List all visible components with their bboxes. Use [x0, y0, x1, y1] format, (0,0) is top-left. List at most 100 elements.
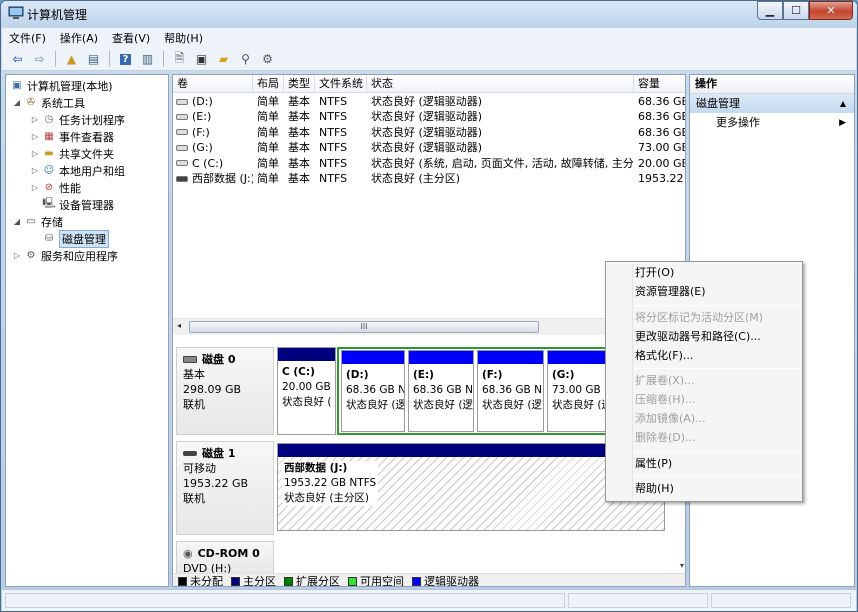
more-actions-item[interactable]: 更多操作 ▶: [690, 113, 854, 133]
help-button[interactable]: ?: [116, 50, 135, 68]
collapsed-triangle-icon[interactable]: ▷: [12, 251, 22, 260]
volume-icon: [176, 129, 188, 136]
table-row[interactable]: 西部数据 (J:) 简单 基本 NTFS 状态良好 (主分区) 1953.22 (: [173, 171, 685, 186]
table-row[interactable]: (E:) 简单 基本 NTFS 状态良好 (逻辑驱动器) 68.36 GB: [173, 109, 685, 124]
search-button[interactable]: ⚲: [236, 50, 255, 68]
menu-item-shrink[interactable]: 压缩卷(H)...: [635, 391, 695, 409]
column-header-capacity[interactable]: 容量: [634, 75, 685, 93]
partition-c-body: C (C:) 20.00 GB 状态良好 (: [278, 361, 335, 414]
tree-item-shared-folders[interactable]: ▷ ▬ 共享文件夹: [30, 145, 114, 162]
menu-item-properties[interactable]: 属性(P): [635, 455, 672, 473]
column-header-status[interactable]: 状态: [367, 75, 634, 93]
disk-1-info[interactable]: 磁盘 1 可移动 1953.22 GB 联机: [176, 441, 274, 535]
partition-e[interactable]: (E:) 68.36 GB N 状态良好 (逻: [408, 350, 474, 432]
tree-item-disk-management[interactable]: ⛁ 磁盘管理: [40, 229, 109, 248]
volume-list-header: 卷 布局 类型 文件系统 状态 容量: [173, 75, 685, 93]
settings-button[interactable]: ⚙: [258, 50, 277, 68]
menu-separator: [634, 305, 800, 306]
menu-item-format[interactable]: 格式化(F)...: [635, 347, 693, 365]
open-button[interactable]: ▰: [214, 50, 233, 68]
volume-icon: [176, 160, 188, 167]
legend-unallocated: 未分配: [178, 573, 223, 586]
menu-help[interactable]: 帮助(H): [157, 30, 210, 46]
maximize-button[interactable]: ☐: [783, 1, 809, 20]
menu-item-add-mirror[interactable]: 添加镜像(A)...: [635, 410, 706, 428]
disk-0-info[interactable]: 磁盘 0 基本 298.09 GB 联机: [176, 347, 274, 435]
partition-size: 1953.22 GB NTFS: [284, 477, 377, 489]
scroll-down-arrow-icon[interactable]: ▾: [680, 561, 684, 570]
show-hide-tree-button[interactable]: ▤: [84, 50, 103, 68]
tree-item-system-tools[interactable]: ◢ ✇ 系统工具: [12, 94, 85, 111]
hard-disk-icon: [183, 356, 197, 363]
tree-item-services[interactable]: ▷ ⚙ 服务和应用程序: [12, 247, 118, 264]
collapse-up-icon[interactable]: ▲: [840, 94, 846, 113]
show-action-pane-button[interactable]: ▥: [138, 50, 157, 68]
collapsed-triangle-icon[interactable]: ▷: [30, 115, 40, 124]
cdrom-0-info[interactable]: ◉ CD-ROM 0 DVD (H:): [176, 541, 274, 575]
collapsed-triangle-icon[interactable]: ▷: [30, 166, 40, 175]
action-pane-icon: ▥: [141, 52, 154, 66]
menu-item-mark-active[interactable]: 将分区标记为活动分区(M): [635, 309, 763, 327]
partition-name: (D:): [346, 369, 369, 381]
partition-f[interactable]: (F:) 68.36 GB N 状态良好 (逻: [477, 350, 544, 432]
column-header-layout[interactable]: 布局: [253, 75, 284, 93]
close-button[interactable]: ✕: [809, 1, 853, 20]
layout-cell: 简单: [257, 110, 279, 124]
table-row[interactable]: C (C:) 简单 基本 NTFS 状态良好 (系统, 启动, 页面文件, 活动, 故障…: [173, 156, 685, 171]
tree-item-task-scheduler[interactable]: ▷ ◷ 任务计划程序: [30, 111, 125, 128]
open-folder-icon: ▰: [218, 52, 229, 66]
table-row[interactable]: (G:) 简单 基本 NTFS 状态良好 (逻辑驱动器) 73.00 GB: [173, 140, 686, 155]
partition-size: 68.36 GB N: [346, 384, 405, 396]
menu-item-explore[interactable]: 资源管理器(E): [635, 283, 706, 301]
tree-item-device-manager[interactable]: 🖳 设备管理器: [40, 196, 114, 213]
title-bar[interactable]: 计算机管理 ▁ ☐ ✕: [1, 1, 857, 27]
partition-context-menu: 打开(O) 资源管理器(E) 将分区标记为活动分区(M) 更改驱动器号和路径(C…: [605, 261, 803, 502]
menu-item-help[interactable]: 帮助(H): [635, 480, 674, 498]
back-button[interactable]: ⇦: [8, 50, 27, 68]
capacity-cell: 73.00 GB: [638, 141, 686, 155]
expanded-triangle-icon[interactable]: ◢: [12, 217, 22, 226]
minimize-icon: ▁: [765, 4, 775, 17]
rescan-disks-button[interactable]: 🗎: [170, 50, 189, 68]
menu-item-open[interactable]: 打开(O): [635, 264, 674, 282]
tree-item-root[interactable]: ▣ 计算机管理(本地): [8, 77, 112, 94]
actions-section-disk-management[interactable]: 磁盘管理 ▲: [690, 94, 854, 113]
partition-status: 状态良好 (逻: [413, 399, 473, 411]
primary-partition-bar: [278, 348, 335, 361]
app-window: 计算机管理 ▁ ☐ ✕ 文件(F) 操作(A) 查看(V) 帮助(H) ⇦ ⇨ …: [0, 0, 858, 612]
menu-action[interactable]: 操作(A): [53, 30, 105, 46]
up-level-button[interactable]: ▲: [62, 50, 81, 68]
partition-d[interactable]: (D:) 68.36 GB N 状态良好 (逻: [341, 350, 405, 432]
tree-item-storage[interactable]: ◢ ▭ 存储: [12, 213, 63, 230]
partition-g[interactable]: (G:) 73.00 GB N 状态良好 (逻: [547, 350, 611, 432]
partition-c[interactable]: C (C:) 20.00 GB 状态良好 (: [277, 347, 336, 435]
layout-cell: 简单: [257, 125, 279, 139]
collapsed-triangle-icon[interactable]: ▷: [30, 149, 40, 158]
collapsed-triangle-icon[interactable]: ▷: [30, 132, 40, 141]
menu-file[interactable]: 文件(F): [2, 30, 53, 46]
status-segment: [711, 593, 851, 608]
table-row[interactable]: (D:) 简单 基本 NTFS 状态良好 (逻辑驱动器) 68.36 GB: [173, 94, 685, 109]
tree-item-local-users[interactable]: ▷ ☺ 本地用户和组: [30, 162, 125, 179]
table-row[interactable]: (F:) 简单 基本 NTFS 状态良好 (逻辑驱动器) 68.36 GB: [173, 125, 685, 140]
tree-item-performance[interactable]: ▷ ⊘ 性能: [30, 179, 81, 196]
menu-item-extend[interactable]: 扩展卷(X)...: [635, 372, 695, 390]
forward-button[interactable]: ⇨: [30, 50, 49, 68]
type-cell: 基本: [288, 156, 310, 170]
status-cell: 状态良好 (系统, 启动, 页面文件, 活动, 故障转储, 主分区): [371, 156, 634, 170]
menu-item-change-drive-letter[interactable]: 更改驱动器号和路径(C)...: [635, 328, 761, 346]
filesystem-cell: NTFS: [319, 141, 348, 155]
column-header-volume[interactable]: 卷: [173, 75, 253, 93]
expanded-triangle-icon[interactable]: ◢: [12, 98, 22, 107]
scroll-left-arrow-icon[interactable]: ◂: [177, 321, 181, 330]
column-header-filesystem[interactable]: 文件系统: [315, 75, 367, 93]
column-header-type[interactable]: 类型: [284, 75, 315, 93]
menu-view[interactable]: 查看(V): [105, 30, 157, 46]
legend-swatch: [348, 576, 357, 586]
tree-item-event-viewer[interactable]: ▷ ▦ 事件查看器: [30, 128, 114, 145]
menu-item-delete[interactable]: 删除卷(D)...: [635, 429, 696, 447]
collapsed-triangle-icon[interactable]: ▷: [30, 183, 40, 192]
properties-button[interactable]: ▣: [192, 50, 211, 68]
scroll-thumb[interactable]: III: [189, 321, 539, 333]
minimize-button[interactable]: ▁: [757, 1, 783, 20]
